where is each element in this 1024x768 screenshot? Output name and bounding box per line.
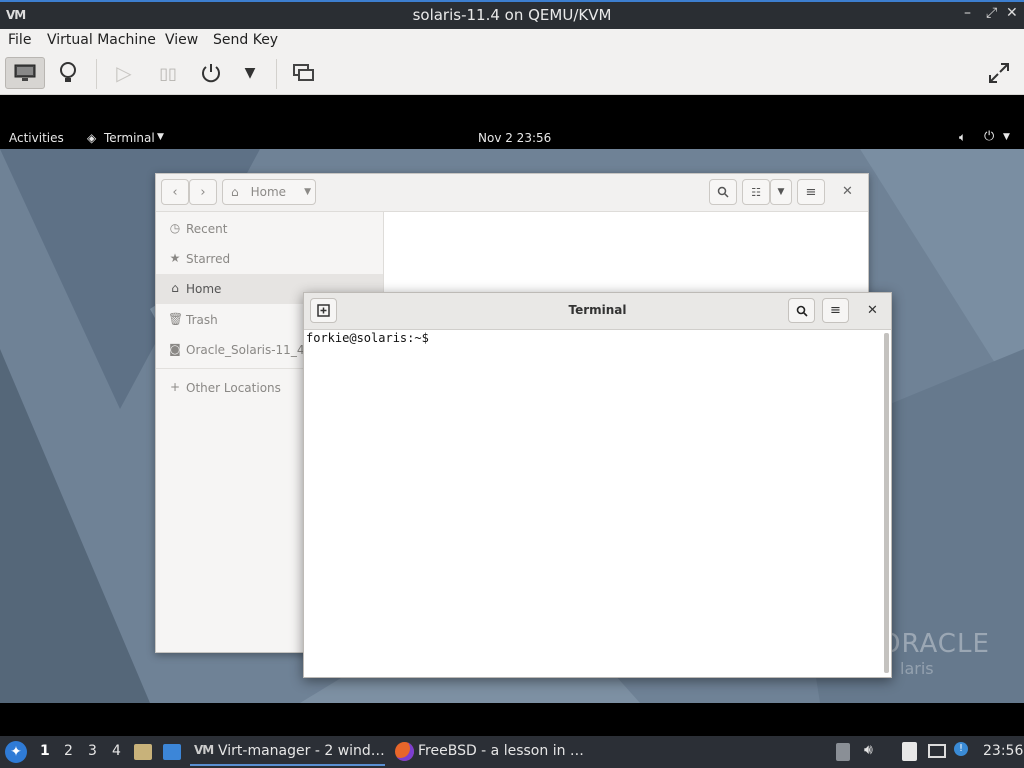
volume-icon[interactable]: 🔈︎	[959, 130, 966, 145]
clock-icon: ◷	[169, 221, 181, 235]
menu-hamburger-icon[interactable]: ≡	[797, 179, 825, 205]
power-icon[interactable]: ⏻	[984, 129, 994, 144]
toolbar-separator	[276, 59, 277, 89]
task-label: FreeBSD - a lesson in …	[418, 743, 584, 759]
menu-file[interactable]: File	[8, 32, 31, 48]
pause-icon[interactable]: ▯▯	[148, 57, 188, 89]
minimize-button[interactable]: –	[964, 5, 971, 21]
lightbulb-icon[interactable]	[48, 57, 88, 89]
location-chevron-down-icon[interactable]: ▼	[304, 187, 311, 197]
task-label: Virt-manager - 2 wind…	[218, 743, 385, 759]
power-icon[interactable]	[191, 57, 231, 89]
network-tray-icon[interactable]	[928, 744, 946, 758]
maximize-button[interactable]: ⤢	[986, 5, 997, 21]
sidebar-item-recent[interactable]: ◷ Recent	[156, 214, 383, 244]
location-bar[interactable]: ⌂ Home ▼	[222, 179, 316, 205]
power-dropdown-icon[interactable]: ▼	[230, 57, 270, 89]
menu-send-key[interactable]: Send Key	[213, 32, 278, 48]
oracle-subtitle: laris	[900, 659, 934, 678]
snapshot-icon[interactable]	[284, 57, 324, 89]
forward-button[interactable]: ›	[189, 179, 217, 205]
task-virt-manager[interactable]: VM Virt-manager - 2 wind…	[190, 738, 385, 766]
window-title: solaris-11.4 on QEMU/KVM	[412, 6, 612, 24]
clipboard-tray-icon[interactable]	[836, 743, 850, 761]
search-icon	[717, 186, 729, 198]
volume-tray-icon[interactable]: 🔊︎	[864, 742, 873, 758]
notes-tray-icon[interactable]	[902, 742, 917, 761]
disc-icon: ◙	[169, 342, 181, 356]
terminal-search-button[interactable]	[788, 298, 815, 323]
star-icon: ★	[169, 251, 181, 265]
top-bar-clock[interactable]: Nov 2 23:56	[478, 131, 551, 145]
close-button[interactable]: ✕	[1006, 5, 1018, 21]
terminal-prompt[interactable]: forkie@solaris:~$	[306, 331, 429, 345]
start-menu-icon[interactable]: ✦	[5, 741, 27, 763]
location-label: Home	[250, 185, 287, 199]
toolbar: ▷ ▯▯ ▼	[0, 53, 1024, 95]
firefox-icon	[395, 742, 414, 761]
workspace-1[interactable]: 1	[40, 743, 50, 759]
trash-icon: 🗑︎	[168, 312, 184, 326]
workspace-4[interactable]: 4	[112, 743, 121, 759]
terminal-headerbar: Terminal ≡ ✕	[304, 293, 891, 330]
gnome-top-bar: Activities ◈ Terminal ▼ Nov 2 23:56 🔈︎ ⏻…	[0, 95, 1024, 149]
play-icon[interactable]: ▷	[104, 57, 144, 89]
terminal-menu-hamburger-icon[interactable]: ≡	[822, 298, 849, 323]
terminal-window[interactable]: Terminal ≡ ✕ forkie@solaris:~$	[303, 292, 892, 678]
home-icon: ⌂	[171, 281, 179, 295]
app-menu-icon[interactable]: ◈	[87, 131, 96, 145]
close-icon[interactable]: ✕	[867, 303, 878, 318]
app-menu-chevron-down-icon[interactable]: ▼	[157, 132, 164, 142]
show-desktop-icon[interactable]	[163, 744, 181, 760]
menu-virtual-machine[interactable]: Virtual Machine	[47, 32, 156, 48]
taskbar-clock[interactable]: 23:56	[983, 743, 1023, 759]
task-firefox[interactable]: FreeBSD - a lesson in …	[392, 738, 592, 766]
search-button[interactable]	[709, 179, 737, 205]
terminal-scrollbar[interactable]	[884, 333, 889, 673]
search-icon	[796, 305, 808, 317]
back-button[interactable]: ‹	[161, 179, 189, 205]
update-notifier-icon[interactable]: !	[954, 742, 968, 756]
view-list-icon[interactable]: ☷	[742, 179, 770, 205]
virt-manager-icon: VM	[194, 743, 214, 757]
menu-bar: File Virtual Machine View Send Key	[0, 29, 1024, 53]
monitor-icon[interactable]	[5, 57, 45, 89]
view-options-chevron-down-icon[interactable]: ▼	[770, 179, 792, 205]
home-icon: ⌂	[231, 185, 239, 199]
activities-button[interactable]: Activities	[9, 131, 64, 145]
system-menu-chevron-down-icon[interactable]: ▼	[1003, 132, 1010, 142]
plus-icon: +	[169, 380, 181, 394]
toolbar-separator	[96, 59, 97, 89]
files-headerbar: ‹ › ⌂ Home ▼ ☷ ▼ ≡ ✕	[156, 174, 868, 212]
sidebar-item-starred[interactable]: ★ Starred	[156, 244, 383, 274]
workspace-3[interactable]: 3	[88, 743, 97, 759]
host-titlebar: VM solaris-11.4 on QEMU/KVM – ⤢ ✕	[0, 0, 1024, 29]
file-manager-launcher-icon[interactable]	[134, 744, 152, 760]
close-icon[interactable]: ✕	[842, 184, 853, 199]
menu-view[interactable]: View	[165, 32, 198, 48]
app-menu-label[interactable]: Terminal	[104, 131, 155, 145]
host-taskbar: ✦ 1 2 3 4 VM Virt-manager - 2 wind… Free…	[0, 736, 1024, 768]
workspace-2[interactable]: 2	[64, 743, 73, 759]
oracle-wordmark: ORACLE	[880, 629, 990, 659]
fullscreen-icon[interactable]	[979, 57, 1019, 89]
